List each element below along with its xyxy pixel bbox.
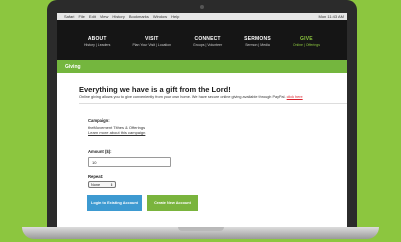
nav-subtitle: Online | Offerings <box>292 43 320 47</box>
camera-icon <box>200 5 204 9</box>
section-bar: Giving <box>57 60 347 73</box>
menu-item[interactable]: History <box>112 14 124 19</box>
screen: Safari File Edit View History Bookmarks … <box>57 13 347 227</box>
divider <box>79 103 347 104</box>
nav-item-connect[interactable]: CONNECT Groups | Volunteer <box>193 36 222 60</box>
nav-subtitle: Groups | Volunteer <box>193 43 223 47</box>
intro-text: Online giving allows you to give conveni… <box>79 95 303 99</box>
menubar-clock: Mon 11:43 AM <box>318 14 345 19</box>
nav-title: ABOUT <box>87 36 107 42</box>
create-account-button[interactable]: Create New Account <box>147 195 198 211</box>
repeat-label: Repeat: <box>88 174 104 179</box>
paypal-link[interactable]: click here <box>287 95 303 99</box>
nav-title: CONNECT <box>194 36 221 42</box>
nav-title: SERMONS <box>244 36 271 42</box>
nav-item-visit[interactable]: VISIT Plan Your Visit | Location <box>132 36 171 60</box>
page-content: Everything we have is a gift from the Lo… <box>57 73 347 227</box>
laptop-notch <box>178 227 224 231</box>
amount-input[interactable]: 10 <box>88 157 171 167</box>
intro-body: Online giving allows you to give conveni… <box>79 95 286 99</box>
amount-label: Amount ($): <box>88 149 112 154</box>
site-navigation: ABOUT History | Leaders VISIT Plan Your … <box>57 20 347 60</box>
repeat-select-value: None <box>91 182 101 187</box>
repeat-select[interactable]: None ⇕ <box>88 181 116 188</box>
campaign-learn-more-link[interactable]: Learn more about this campaign <box>88 130 145 135</box>
nav-item-about[interactable]: ABOUT History | Leaders <box>84 36 110 60</box>
menu-item[interactable]: Bookmarks <box>129 14 149 19</box>
nav-subtitle: Plan Your Visit | Location <box>132 43 172 47</box>
page-title: Everything we have is a gift from the Lo… <box>79 85 231 94</box>
nav-item-sermons[interactable]: SERMONS Sermon | Media <box>244 36 271 60</box>
nav-subtitle: History | Leaders <box>84 43 111 47</box>
chevron-updown-icon: ⇕ <box>110 182 113 187</box>
menu-item[interactable]: Help <box>171 14 179 19</box>
menu-item[interactable]: View <box>100 14 109 19</box>
nav-item-give[interactable]: GIVE Online | Offerings <box>293 36 320 60</box>
nav-subtitle: Sermon | Media <box>245 43 270 47</box>
nav-title: GIVE <box>300 36 313 42</box>
menu-item[interactable]: Window <box>153 14 167 19</box>
menu-item[interactable]: File <box>78 14 84 19</box>
nav-title: VISIT <box>144 36 159 42</box>
menu-item[interactable]: Edit <box>89 14 96 19</box>
menu-item[interactable]: Safari <box>64 14 74 19</box>
login-button[interactable]: Login to Existing Account <box>87 195 142 211</box>
os-menubar: Safari File Edit View History Bookmarks … <box>57 13 347 20</box>
campaign-label: Campaign: <box>88 118 110 123</box>
